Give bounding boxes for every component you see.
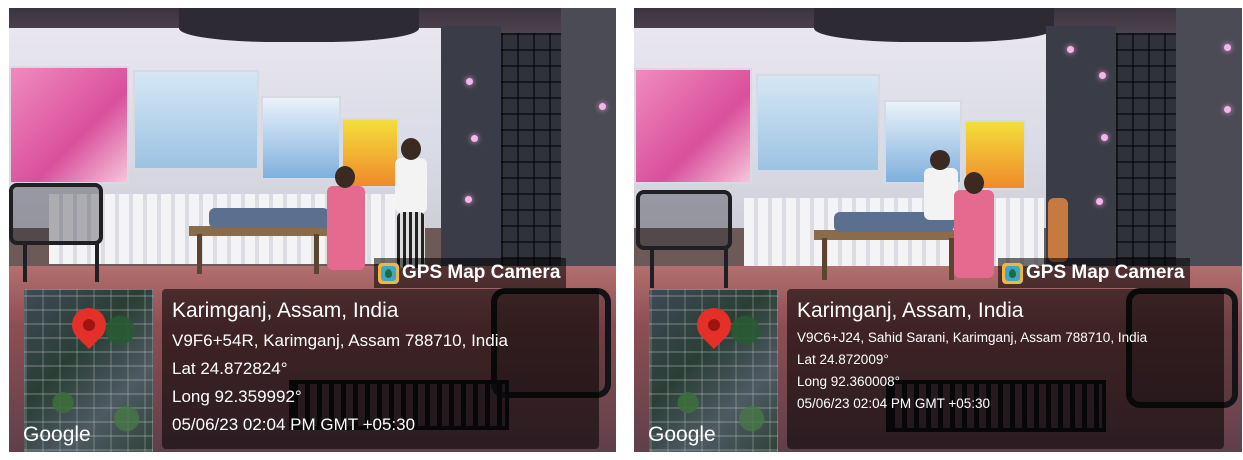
badge-label: GPS Map Camera xyxy=(1026,262,1185,283)
longitude-line: Long 92.359992° xyxy=(172,387,302,406)
datetime-line: 05/06/23 02:04 PM GMT +05:30 xyxy=(172,415,416,434)
location-info-panel: Karimganj, Assam, India V9C6+J24, Sahid … xyxy=(787,289,1224,449)
poster-banner xyxy=(261,96,341,180)
gps-map-camera-badge: GPS Map Camera xyxy=(374,258,567,288)
stage-chair xyxy=(9,183,103,245)
location-pin-icon xyxy=(64,300,113,350)
map-brand-label: Google xyxy=(23,423,91,446)
actor-saree xyxy=(954,190,994,278)
event-banner xyxy=(9,66,129,184)
latitude-line: Lat 24.872009° xyxy=(797,352,889,367)
event-banner xyxy=(634,68,752,184)
latitude-line: Lat 24.872824° xyxy=(172,359,288,378)
address-line: V9F6+54R, Karimganj, Assam 788710, India xyxy=(172,331,508,350)
address-line: V9C6+J24, Sahid Sarani, Karimganj, Assam… xyxy=(797,330,1148,345)
location-title: Karimganj, Assam, India xyxy=(797,299,1024,322)
geotagged-photo-2: GPS Map Camera Google Karimganj, Assam, … xyxy=(634,8,1242,452)
badge-label: GPS Map Camera xyxy=(402,262,561,283)
map-thumbnail: Google xyxy=(23,289,153,452)
datetime-line: 05/06/23 02:04 PM GMT +05:30 xyxy=(797,396,991,411)
gps-map-camera-icon xyxy=(1002,262,1023,284)
location-title: Karimganj, Assam, India xyxy=(172,299,399,322)
gps-map-camera-icon xyxy=(378,262,399,284)
location-info-panel: Karimganj, Assam, India V9F6+54R, Karimg… xyxy=(162,289,599,449)
geotagged-photo-1: GPS Map Camera Google Karimganj, Assam, … xyxy=(9,8,616,452)
stage-chair xyxy=(636,190,732,250)
map-brand-label: Google xyxy=(648,423,716,446)
longitude-line: Long 92.360008° xyxy=(797,374,900,389)
actor-lying xyxy=(209,208,329,228)
anti-malaria-banner xyxy=(756,74,880,172)
map-thumbnail: Google xyxy=(648,289,778,452)
location-pin-icon xyxy=(689,300,738,350)
anti-malaria-banner xyxy=(133,70,259,170)
gps-map-camera-badge: GPS Map Camera xyxy=(998,258,1191,288)
actor-standing xyxy=(924,168,958,220)
actor-standing xyxy=(395,158,427,213)
actor-saree xyxy=(327,186,365,270)
